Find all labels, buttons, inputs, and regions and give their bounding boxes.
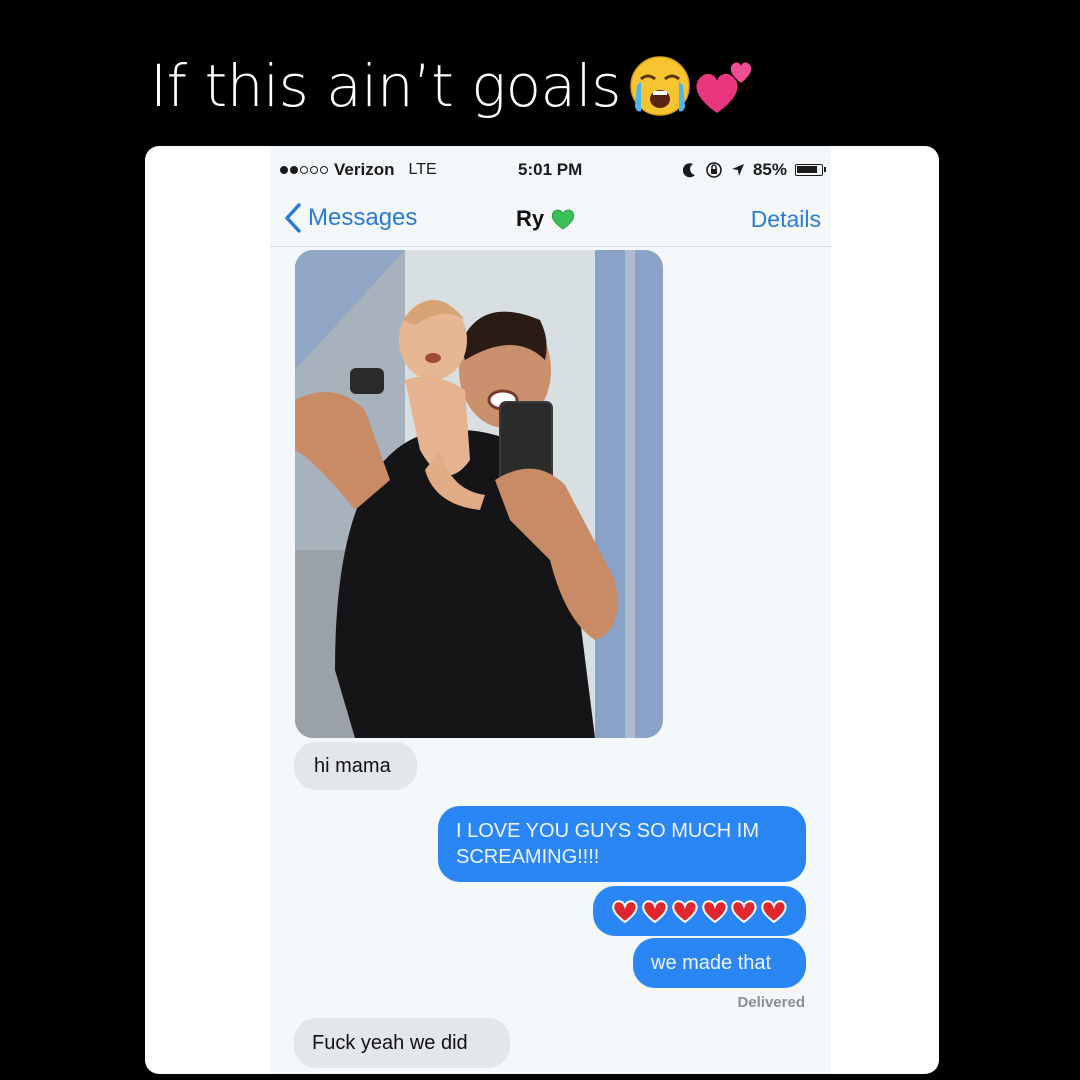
selfie-photo-image bbox=[295, 250, 663, 738]
red-heart-icon bbox=[642, 900, 668, 924]
message-bubble-outgoing[interactable]: I LOVE YOU GUYS SO MUCH IM SCREAMING!!!! bbox=[438, 806, 806, 882]
post-caption: If this ain’t goals bbox=[150, 52, 757, 120]
chevron-left-icon bbox=[285, 203, 301, 233]
contact-title[interactable]: Ry bbox=[516, 206, 576, 232]
two-hearts-icon bbox=[696, 62, 752, 113]
red-heart-icon bbox=[612, 900, 638, 924]
status-time: 5:01 PM bbox=[518, 160, 583, 179]
location-arrow-icon bbox=[731, 164, 744, 176]
message-bubble-incoming[interactable]: Fuck yeah we did bbox=[294, 1018, 510, 1068]
messages-screen: Verizon LTE 5:01 PM 85% Messages Ry Deta… bbox=[270, 146, 831, 1074]
signal-strength-icon bbox=[280, 166, 328, 174]
red-heart-icon bbox=[731, 900, 757, 924]
red-heart-icon bbox=[671, 900, 698, 924]
red-heart-icon bbox=[701, 900, 728, 924]
message-bubble-outgoing-emoji[interactable] bbox=[593, 886, 806, 936]
status-bar: Verizon LTE 5:01 PM 85% bbox=[270, 156, 831, 186]
contact-name: Ry bbox=[516, 206, 545, 231]
message-bubble-outgoing[interactable]: we made that bbox=[633, 938, 806, 988]
message-bubble-incoming[interactable]: hi mama bbox=[294, 742, 417, 790]
rotation-lock-icon bbox=[706, 162, 722, 178]
network-type: LTE bbox=[408, 161, 437, 178]
red-heart-icon bbox=[761, 900, 787, 924]
photo-message[interactable] bbox=[295, 250, 663, 738]
do-not-disturb-icon bbox=[682, 163, 695, 178]
delivered-status: Delivered bbox=[737, 994, 805, 1011]
battery-icon bbox=[795, 164, 826, 176]
screenshot-card: Verizon LTE 5:01 PM 85% Messages Ry Deta… bbox=[145, 146, 939, 1074]
back-label: Messages bbox=[308, 204, 418, 231]
navigation-bar: Messages Ry Details bbox=[270, 196, 831, 247]
back-button[interactable]: Messages bbox=[282, 202, 417, 234]
green-heart-icon bbox=[551, 209, 575, 230]
caption-text: If this ain’t goals bbox=[150, 52, 621, 120]
carrier-name: Verizon bbox=[334, 160, 395, 179]
details-button[interactable]: Details bbox=[751, 206, 821, 233]
battery-percentage: 85% bbox=[752, 160, 787, 179]
loudly-crying-face-icon bbox=[630, 56, 690, 116]
